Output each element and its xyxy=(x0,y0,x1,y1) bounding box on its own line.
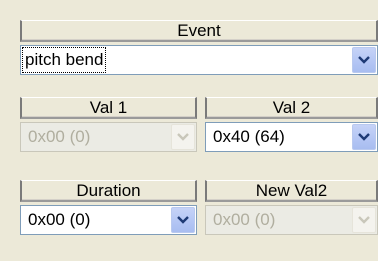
chevron-down-icon xyxy=(358,133,370,141)
duration-header: Duration xyxy=(20,180,197,202)
event-header-label: Event xyxy=(177,21,221,40)
newval2-select-value: 0x00 (0) xyxy=(213,210,276,229)
val2-header: Val 2 xyxy=(205,97,378,119)
val1-dropdown-button xyxy=(171,124,195,150)
duration-dropdown-button[interactable] xyxy=(171,207,195,233)
chevron-down-icon xyxy=(177,133,189,141)
duration-select-value: 0x00 (0) xyxy=(28,210,91,229)
val2-header-label: Val 2 xyxy=(272,98,311,117)
chevron-down-icon xyxy=(177,216,189,224)
val2-select[interactable]: 0x40 (64) xyxy=(205,122,378,152)
event-header: Event xyxy=(20,20,378,42)
val1-header-label: Val 1 xyxy=(89,98,128,117)
val2-select-value: 0x40 (64) xyxy=(213,127,285,146)
event-dropdown-button[interactable] xyxy=(352,47,376,73)
duration-header-label: Duration xyxy=(76,181,141,200)
newval2-select: 0x00 (0) xyxy=(205,205,378,235)
duration-select[interactable]: 0x00 (0) xyxy=(20,205,197,235)
event-select-value: pitch bend xyxy=(22,47,107,73)
newval2-dropdown-button xyxy=(352,207,376,233)
chevron-down-icon xyxy=(358,56,370,64)
event-select[interactable]: pitch bend xyxy=(20,45,378,75)
val1-header: Val 1 xyxy=(20,97,197,119)
val1-select-value: 0x00 (0) xyxy=(28,127,91,146)
val1-select: 0x00 (0) xyxy=(20,122,197,152)
newval2-header-label: New Val2 xyxy=(255,181,328,200)
newval2-header: New Val2 xyxy=(205,180,378,202)
val2-dropdown-button[interactable] xyxy=(352,124,376,150)
chevron-down-icon xyxy=(358,216,370,224)
